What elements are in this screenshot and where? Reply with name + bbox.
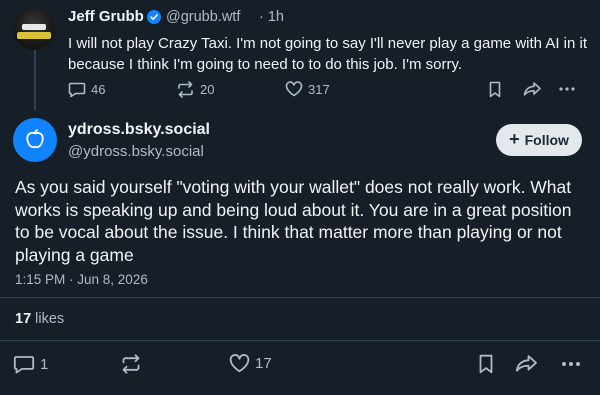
bookmark-button[interactable] [478,354,494,374]
heart-icon [229,354,250,373]
reply-count: 46 [91,82,106,97]
author-name[interactable]: ydross.bsky.social [68,121,210,139]
reply-button[interactable]: 46 [68,81,105,98]
post-text: As you said yourself "voting with your w… [15,177,572,265]
share-icon [523,82,541,96]
bookmark-button[interactable] [488,81,502,98]
reply-count: 1 [40,355,49,373]
likes-count: 17 [15,311,32,327]
more-icon [559,87,575,91]
reply-icon [68,82,86,98]
follow-label: Follow [524,132,569,148]
post-text: I will not play Crazy Taxi. I'm not goin… [68,35,588,73]
repost-icon [122,354,140,374]
follow-button[interactable]: + Follow [496,124,582,156]
more-options-button[interactable] [560,354,582,374]
like-count: 317 [308,81,330,97]
like-count: 17 [255,355,272,372]
avatar[interactable] [13,8,55,50]
bookmark-icon [479,354,493,374]
author-name[interactable]: Jeff Grubb [68,8,144,25]
verified-check-icon [147,10,161,24]
repost-count: 20 [200,82,215,97]
likes-label: likes [35,311,65,327]
default-avatar-icon [26,129,44,149]
repost-icon [178,81,193,98]
heart-icon [285,81,303,97]
share-button[interactable] [515,354,538,373]
like-button[interactable]: 317 [285,81,330,97]
share-button[interactable] [523,81,542,97]
reply-button[interactable]: 1 [13,354,48,374]
like-button[interactable]: 17 [229,354,272,373]
repost-button[interactable]: 20 [176,81,214,98]
thread-connector-line [34,50,36,110]
bookmark-icon [489,81,501,98]
more-icon [562,362,580,366]
post-timestamp[interactable]: 1:15 PM · Jun 8, 2026 [15,272,148,287]
divider [0,297,600,298]
post-time[interactable]: · 1h [259,9,284,25]
share-icon [515,355,537,372]
divider [0,340,600,341]
avatar[interactable] [13,118,57,162]
more-options-button[interactable] [558,81,576,97]
author-handle[interactable]: @grubb.wtf [166,9,240,25]
reply-icon [13,356,35,374]
likes-summary[interactable]: 17 likes [15,311,64,327]
plus-icon: + [509,129,520,149]
author-handle[interactable]: @ydross.bsky.social [68,143,204,160]
repost-button[interactable] [120,354,142,374]
